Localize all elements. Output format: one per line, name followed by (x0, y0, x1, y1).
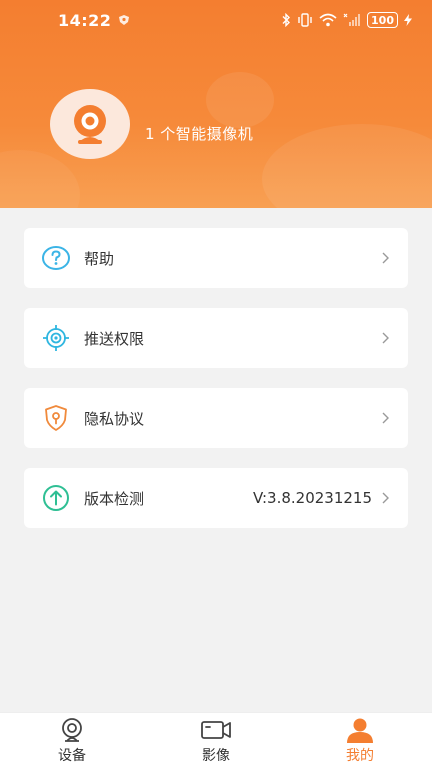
camera-count-label: 1 个智能摄像机 (145, 125, 254, 143)
chevron-right-icon (382, 252, 389, 264)
webcam-avatar-icon (74, 105, 106, 144)
tab-label: 我的 (346, 747, 374, 764)
profile-header: 14:22 100 1 个智能摄像机 (0, 0, 432, 208)
menu-item-label: 版本检测 (84, 489, 145, 508)
menu-item-help[interactable]: 帮助 (24, 228, 408, 288)
menu-item-push-permission[interactable]: 推送权限 (24, 308, 408, 368)
decor-bubble (0, 150, 80, 208)
shield-icon (42, 404, 70, 432)
bluetooth-icon (282, 13, 291, 27)
avatar[interactable] (50, 89, 130, 159)
bottom-tab-bar: 设备 影像 我的 (0, 712, 432, 768)
signal-icon (343, 13, 361, 26)
target-icon (42, 324, 70, 352)
tab-devices[interactable]: 设备 (32, 717, 112, 765)
decor-bubble (206, 72, 274, 128)
chevron-right-icon (382, 492, 389, 504)
chevron-right-icon (382, 332, 389, 344)
menu-item-label: 帮助 (84, 249, 115, 268)
shield-status-icon (119, 15, 130, 25)
tab-label: 影像 (202, 747, 230, 764)
decor-bubble (262, 124, 432, 208)
menu-item-version-check[interactable]: 版本检测 V:3.8.20231215 (24, 468, 408, 528)
menu-item-label: 隐私协议 (84, 409, 145, 428)
upload-arrow-icon (42, 484, 70, 512)
tab-mine[interactable]: 我的 (320, 717, 400, 765)
battery-indicator: 100 (367, 12, 398, 28)
tab-media[interactable]: 影像 (176, 717, 256, 765)
help-circle-icon (42, 244, 70, 272)
vibrate-icon (298, 13, 312, 27)
menu-item-privacy-policy[interactable]: 隐私协议 (24, 388, 408, 448)
menu-item-label: 推送权限 (84, 329, 145, 348)
wifi-icon (319, 13, 337, 27)
status-indicators: 100 (281, 12, 412, 28)
person-icon (347, 718, 373, 743)
chevron-right-icon (382, 412, 389, 424)
charging-icon (404, 14, 412, 26)
status-bar: 14:22 100 (0, 0, 432, 40)
status-time: 14:22 (58, 10, 112, 30)
tab-label: 设备 (58, 747, 86, 764)
video-camera-icon (201, 720, 231, 739)
version-value: V:3.8.20231215 (252, 489, 372, 507)
webcam-icon (62, 717, 82, 742)
